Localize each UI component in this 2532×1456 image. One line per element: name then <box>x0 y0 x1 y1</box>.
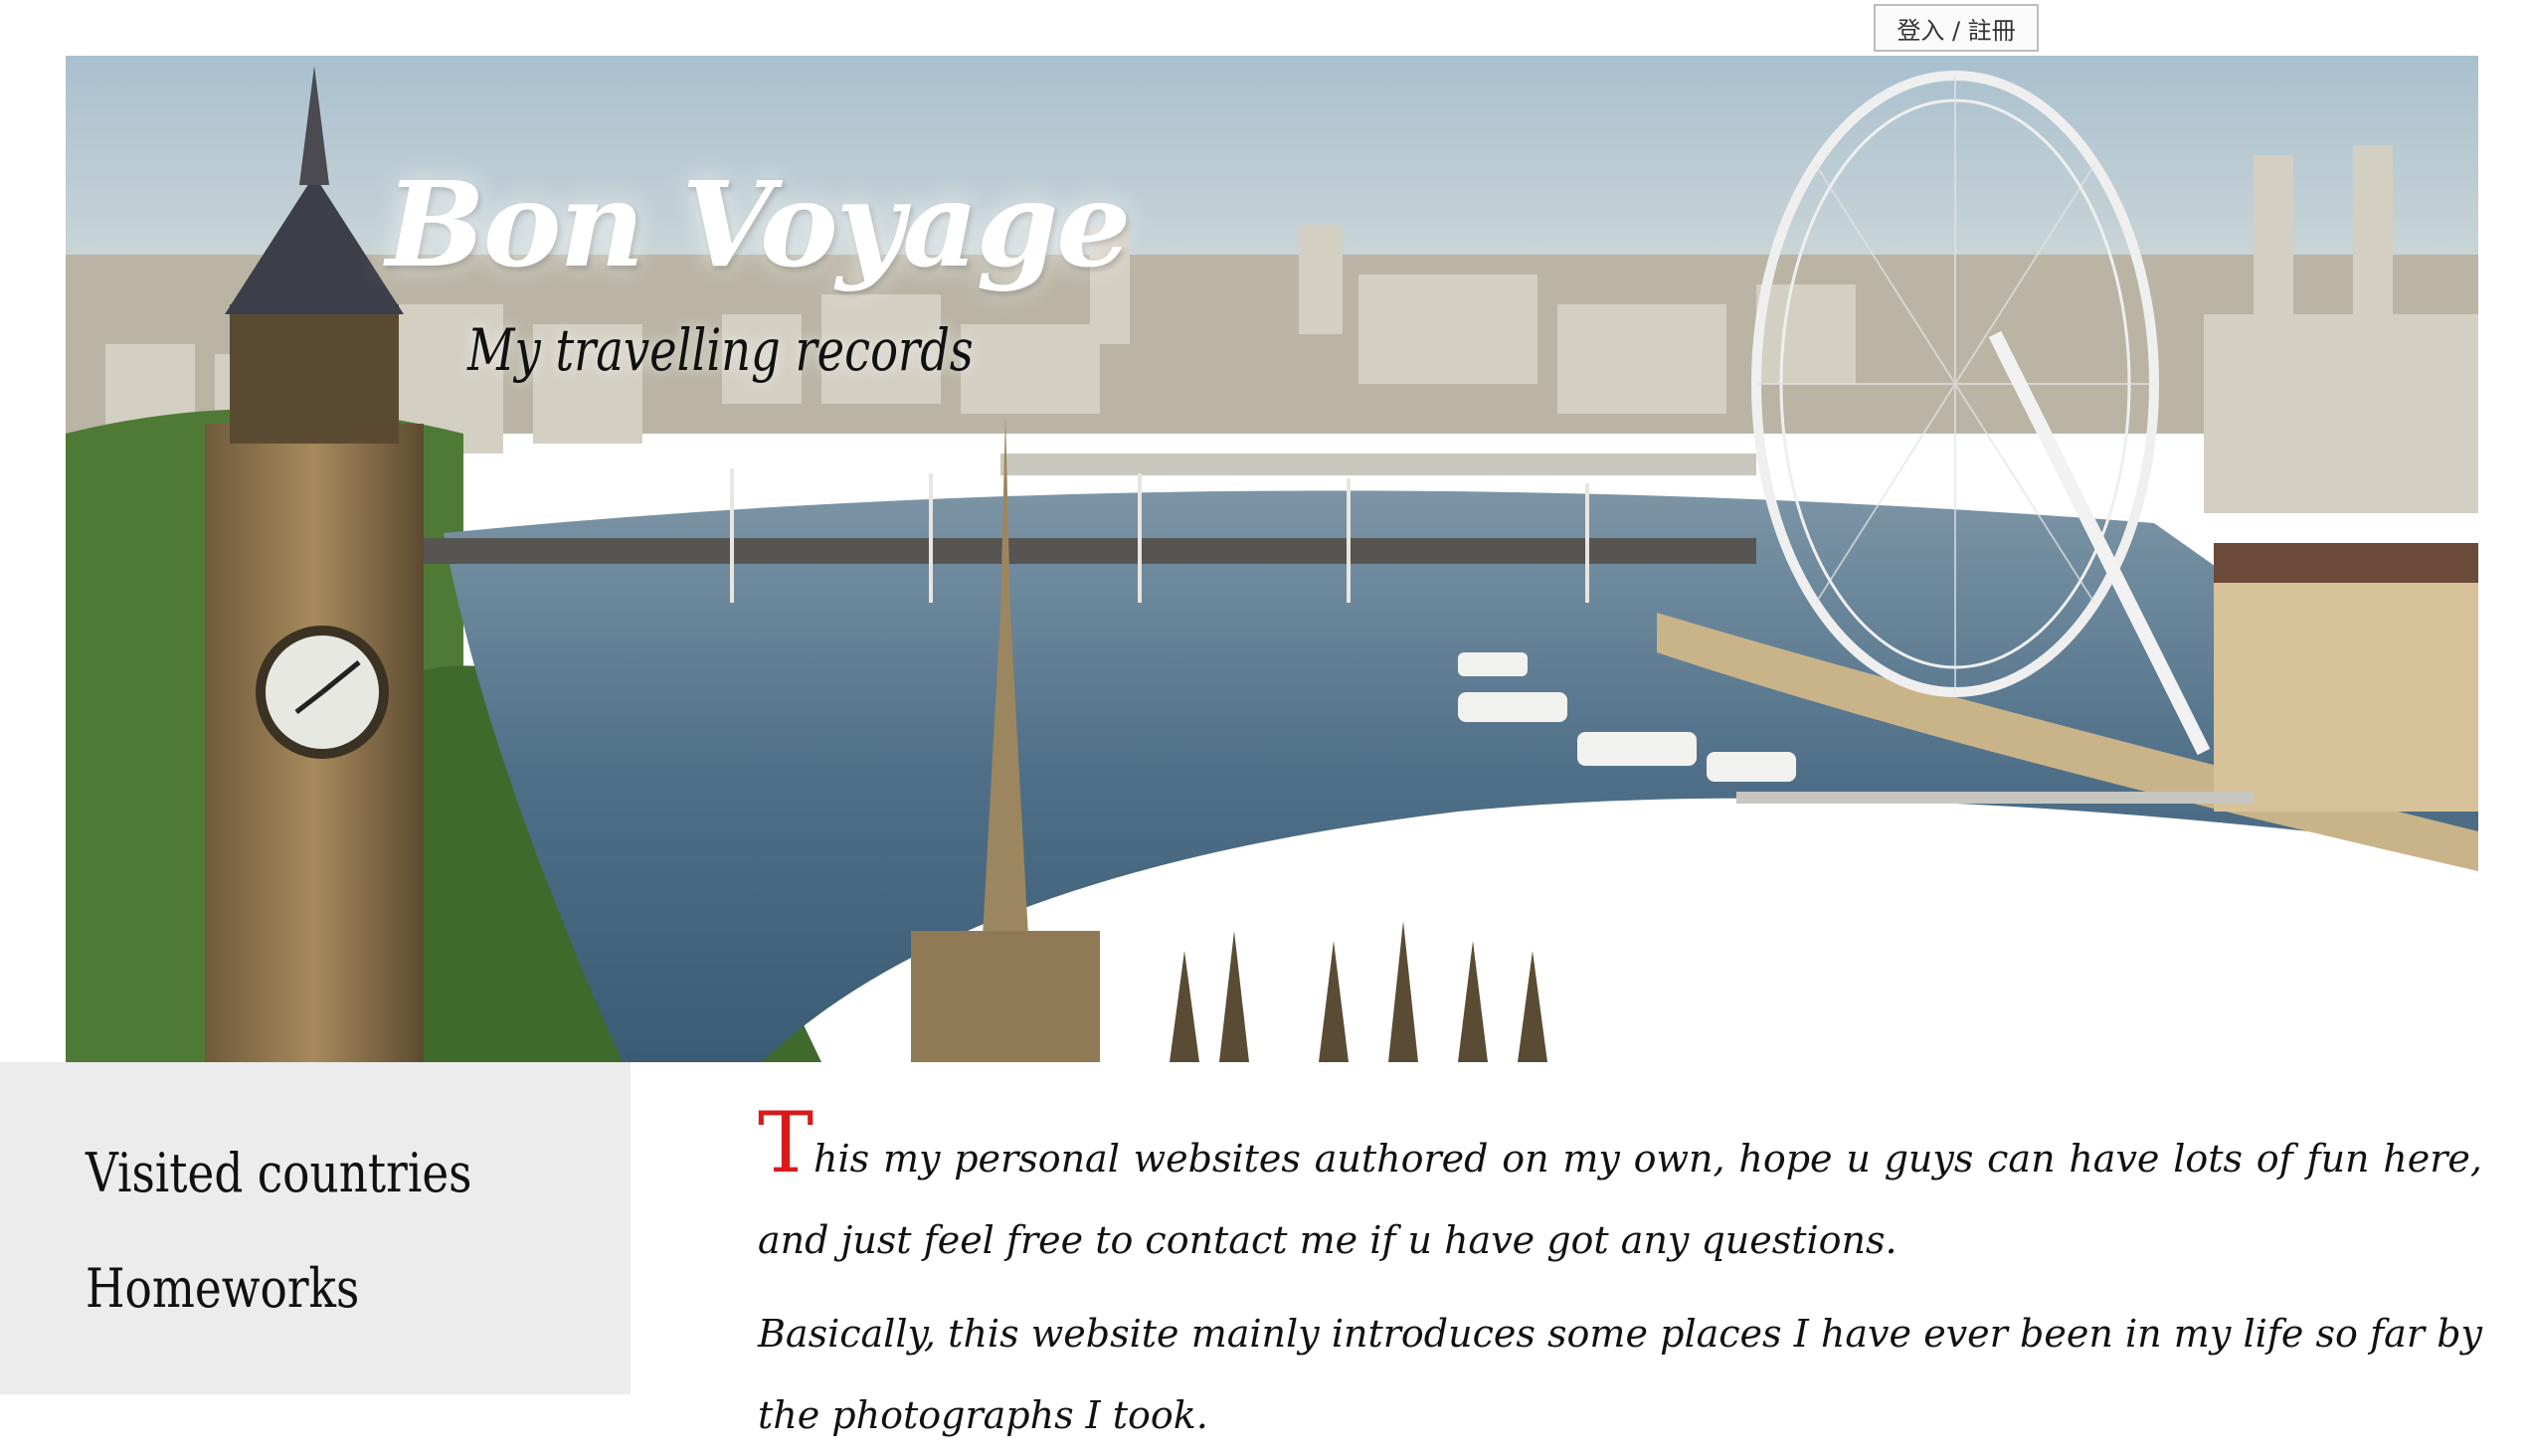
hero-banner: Bon Voyage My travelling records <box>66 56 2478 1062</box>
main-content: This my personal websites authored on my… <box>758 1101 2482 1456</box>
site-title: Bon Voyage <box>386 155 1131 293</box>
intro-paragraph: This my personal websites authored on my… <box>758 1101 2482 1281</box>
site-subtitle: My travelling records <box>467 316 974 384</box>
intro-text: his my personal websites authored on my … <box>758 1137 2482 1262</box>
login-register-button[interactable]: 登入 / 註冊 <box>1874 4 2039 52</box>
sidebar-item-visited-countries[interactable]: Visited countries <box>86 1142 471 1204</box>
drop-cap: T <box>758 1094 814 1191</box>
sidebar-nav: Visited countries Homeworks <box>0 1062 631 1394</box>
description-paragraph: Basically, this website mainly introduce… <box>758 1312 2482 1437</box>
sidebar-item-homeworks[interactable]: Homeworks <box>86 1257 359 1320</box>
